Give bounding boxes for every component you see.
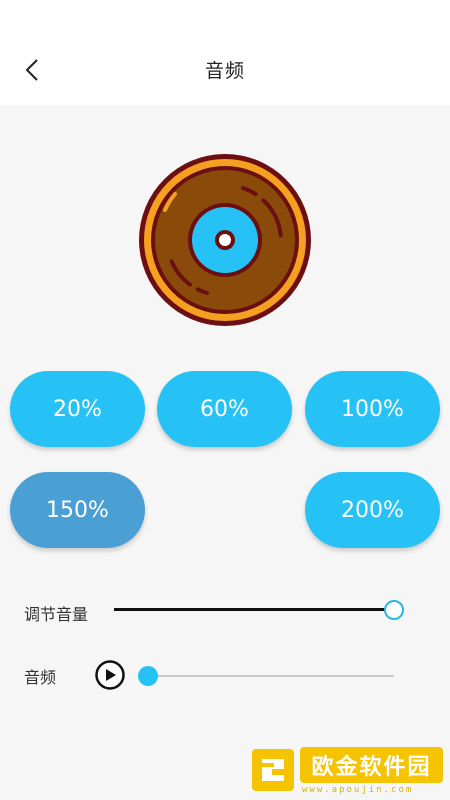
audio-progress-track[interactable] — [148, 675, 394, 677]
audio-label: 音频 — [24, 668, 57, 687]
rate-button-60[interactable]: 60% — [157, 371, 292, 447]
app-header: 音频 — [0, 0, 450, 105]
rate-button-100[interactable]: 100% — [305, 371, 440, 447]
page-title: 音频 — [204, 60, 245, 82]
watermark: 欧金软件园 www.apoujin.com — [250, 745, 445, 797]
rate-button-20[interactable]: 20% — [10, 371, 145, 447]
volume-label: 调节音量 — [24, 605, 89, 624]
watermark-text: 欧金软件园 — [300, 747, 443, 783]
watermark-url: www.apoujin.com — [302, 785, 414, 795]
vinyl-record-icon — [139, 154, 311, 326]
rate-button-200[interactable]: 200% — [305, 472, 440, 548]
rate-button-150[interactable]: 150% — [10, 472, 145, 548]
watermark-logo-icon — [252, 749, 294, 791]
volume-slider-track[interactable] — [114, 608, 394, 611]
audio-progress-thumb[interactable] — [138, 666, 158, 686]
play-icon[interactable] — [95, 660, 125, 690]
volume-slider-thumb[interactable] — [384, 600, 404, 620]
